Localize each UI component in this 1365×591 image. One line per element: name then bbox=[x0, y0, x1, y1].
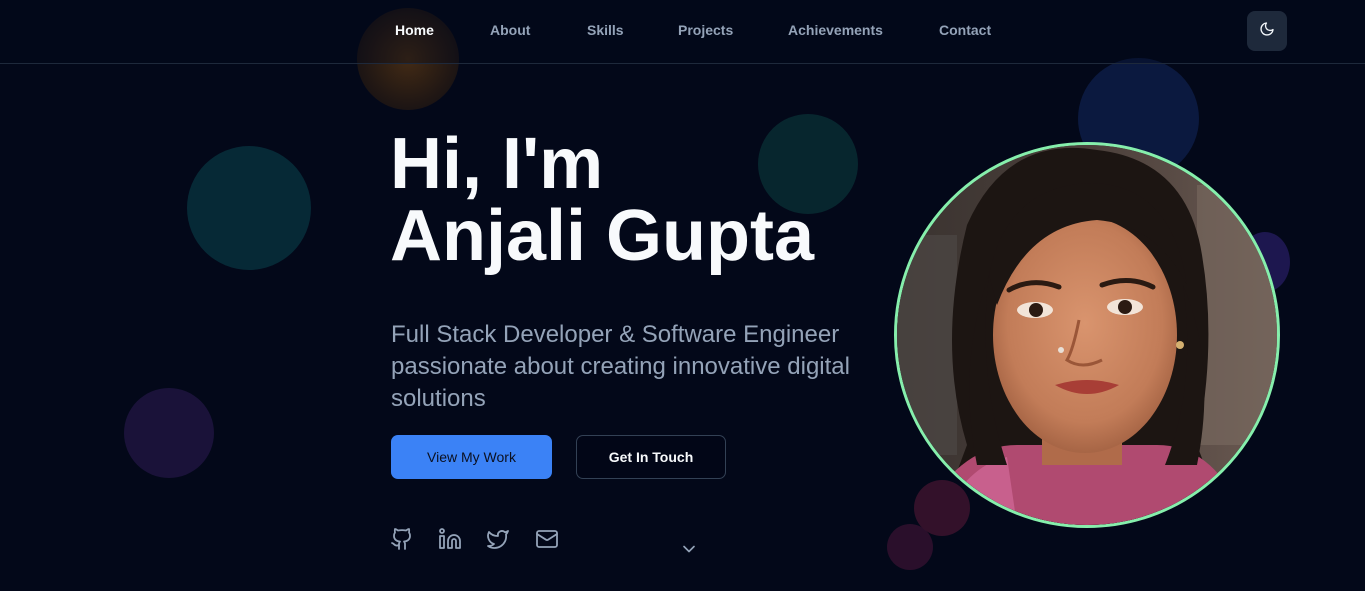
moon-icon bbox=[1259, 21, 1275, 42]
linkedin-icon[interactable] bbox=[438, 527, 462, 551]
hero-subtitle: Full Stack Developer & Software Engineer… bbox=[391, 321, 850, 412]
nav-projects[interactable]: Projects bbox=[678, 22, 733, 38]
nav-contact[interactable]: Contact bbox=[939, 22, 991, 38]
nav-skills[interactable]: Skills bbox=[587, 22, 624, 38]
twitter-icon[interactable] bbox=[486, 527, 510, 551]
nav-home[interactable]: Home bbox=[395, 22, 434, 38]
mail-icon[interactable] bbox=[535, 527, 559, 551]
profile-photo bbox=[897, 145, 1277, 525]
hero-greeting: Hi, I'm bbox=[390, 124, 604, 204]
theme-toggle-button[interactable] bbox=[1247, 11, 1287, 51]
view-my-work-button[interactable]: View My Work bbox=[391, 435, 552, 479]
get-in-touch-button[interactable]: Get In Touch bbox=[576, 435, 726, 479]
portfolio-page: Home About Skills Projects Achievements … bbox=[0, 0, 1365, 591]
decorative-bokeh bbox=[124, 388, 214, 478]
decorative-bokeh bbox=[887, 524, 933, 570]
decorative-bokeh bbox=[187, 146, 311, 270]
chevron-down-icon[interactable] bbox=[679, 539, 699, 559]
github-icon[interactable] bbox=[390, 527, 414, 551]
hero-name: Anjali Gupta bbox=[390, 196, 815, 276]
nav-about[interactable]: About bbox=[490, 22, 530, 38]
top-navbar: Home About Skills Projects Achievements … bbox=[0, 0, 1365, 64]
nav-achievements[interactable]: Achievements bbox=[788, 22, 883, 38]
profile-avatar bbox=[894, 142, 1280, 528]
hero-title: Hi, I'm Anjali Gupta bbox=[390, 128, 890, 272]
